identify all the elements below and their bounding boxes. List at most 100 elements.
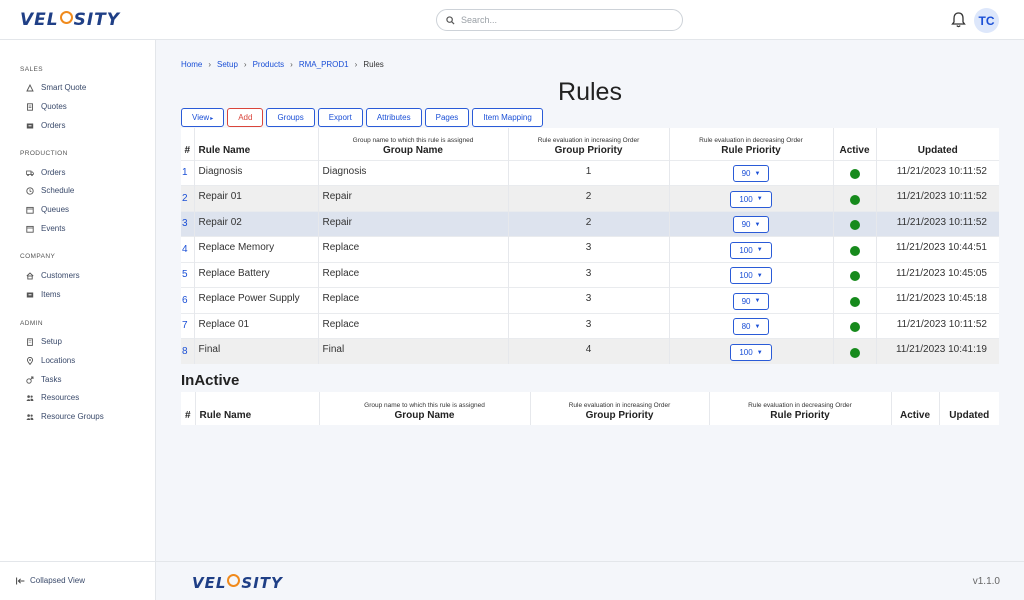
rule-priority-dropdown[interactable]: 90 ▼	[732, 165, 770, 183]
inactive-rules-table: # Rule Name Group name to which this rul…	[181, 392, 999, 425]
col-header-active[interactable]: Active	[890, 392, 939, 425]
collapse-view-button[interactable]: Collapsed View	[16, 576, 85, 585]
group-name-cell: Replace	[317, 287, 508, 313]
caret-down-icon: ▼	[754, 221, 761, 228]
rule-name-cell: Repair 01	[193, 185, 318, 211]
sidebar-item-events[interactable]: Events	[26, 224, 65, 233]
sidebar-item-production-orders[interactable]: Orders	[26, 168, 65, 177]
bell-icon[interactable]	[950, 11, 967, 29]
col-header-updated[interactable]: Updated	[938, 392, 999, 425]
inbox-icon	[26, 292, 34, 297]
user-avatar[interactable]: TC	[974, 8, 999, 33]
rule-priority-dropdown[interactable]: 100 ▼	[730, 190, 772, 208]
attributes-button[interactable]: Attributes	[365, 108, 422, 127]
sidebar-divider	[0, 561, 156, 562]
rule-priority-dropdown[interactable]: 100 ▼	[730, 241, 772, 259]
col-header-label: Group Name	[394, 410, 455, 421]
table-row[interactable]: 7 Replace 01 Replace 3 80 ▼ 11/21/2023 10…	[181, 312, 999, 339]
sidebar-item-schedule[interactable]: Schedule	[26, 186, 74, 195]
people-icon	[26, 413, 34, 420]
toolbar: View▸ Add Groups Export Attributes Pages…	[181, 108, 546, 127]
sidebar-item-sales-orders[interactable]: Orders	[26, 121, 65, 130]
search-input[interactable]	[461, 15, 661, 25]
row-number-link[interactable]: 1	[181, 159, 194, 186]
table-row[interactable]: 3 Repair 02 Repair 2 90 ▼ 11/21/2023 10:1…	[181, 210, 999, 237]
sidebar-item-queues[interactable]: Queues	[26, 205, 69, 214]
active-status-dot	[849, 271, 860, 282]
rule-priority-dropdown[interactable]: 100 ▼	[730, 344, 772, 361]
row-number-link[interactable]: 4	[181, 236, 194, 262]
table-row[interactable]: 6 Replace Power Supply Replace 3 90 ▼ 11/…	[181, 287, 999, 313]
table-row[interactable]: 8 Final Final 4 100 ▼ 11/21/2023 10:41:19	[181, 338, 999, 364]
rule-priority-dropdown[interactable]: 80 ▼	[732, 318, 770, 336]
col-header-group-priority[interactable]: Rule evaluation in increasing Order Group…	[507, 128, 669, 160]
rule-priority-cell: 100 ▼	[668, 338, 833, 364]
breadcrumb-home[interactable]: Home	[181, 60, 202, 69]
table-row[interactable]: 5 Replace Battery Replace 3 100 ▼ 11/21/2…	[181, 261, 999, 288]
table-row[interactable]: 4 Replace Memory Replace 3 100 ▼ 11/21/20…	[181, 236, 999, 262]
col-header-group-name[interactable]: Group name to which this rule is assigne…	[317, 128, 508, 160]
footer-logo: VEL SITY	[192, 573, 283, 592]
sidebar-item-customers[interactable]: Customers	[26, 271, 80, 280]
rule-name-cell: Replace Power Supply	[193, 287, 318, 313]
col-header-num[interactable]: #	[181, 128, 194, 160]
inbox-icon	[26, 123, 34, 128]
rule-priority-dropdown[interactable]: 90 ▼	[732, 216, 770, 234]
table-row[interactable]: 2 Repair 01 Repair 2 100 ▼ 11/21/2023 10:…	[181, 185, 999, 211]
sidebar-item-resource-groups[interactable]: Resource Groups	[26, 412, 104, 421]
row-number-link[interactable]: 3	[181, 210, 194, 237]
item-mapping-button[interactable]: Item Mapping	[472, 108, 543, 127]
groups-button[interactable]: Groups	[266, 108, 315, 127]
export-button[interactable]: Export	[317, 108, 363, 127]
sidebar-item-label: Resource Groups	[41, 412, 104, 421]
table-row[interactable]: 1 Diagnosis Diagnosis 1 90 ▼ 11/21/2023 1…	[181, 159, 999, 186]
sidebar-item-quotes[interactable]: Quotes	[26, 102, 67, 111]
col-header-sub: Group name to which this rule is assigne…	[364, 402, 485, 409]
sidebar-item-resources[interactable]: Resources	[26, 393, 79, 402]
row-number-link[interactable]: 7	[181, 312, 194, 339]
add-button[interactable]: Add	[227, 108, 264, 127]
sidebar-item-setup[interactable]: Setup	[26, 337, 62, 346]
sidebar-item-smart-quote[interactable]: Smart Quote	[26, 83, 86, 92]
pages-button[interactable]: Pages	[424, 108, 470, 127]
collapse-arrow-icon	[16, 577, 25, 584]
col-header-updated[interactable]: Updated	[875, 128, 999, 160]
breadcrumb-product[interactable]: RMA_PROD1	[299, 60, 349, 69]
rule-priority-dropdown[interactable]: 90 ▼	[732, 292, 770, 310]
active-cell	[832, 236, 876, 262]
rule-priority-dropdown[interactable]: 100 ▼	[730, 267, 772, 285]
col-header-rule-name[interactable]: Rule Name	[194, 392, 319, 425]
sidebar-item-label: Locations	[41, 356, 76, 365]
caret-down-icon: ▼	[756, 196, 763, 203]
active-cell	[832, 338, 876, 364]
rule-name-cell: Replace Battery	[193, 261, 318, 288]
row-number-link[interactable]: 2	[181, 185, 194, 211]
sidebar-item-tasks[interactable]: Tasks	[26, 375, 61, 384]
col-header-num[interactable]: #	[181, 392, 195, 425]
breadcrumb-products[interactable]: Products	[253, 60, 285, 69]
rule-priority-value: 100	[739, 194, 753, 204]
caret-down-icon: ▼	[756, 272, 763, 279]
col-header-label: Rule Priority	[770, 410, 830, 421]
group-name-cell: Replace	[317, 261, 508, 288]
collapse-view-label: Collapsed View	[30, 576, 85, 585]
view-button[interactable]: View▸	[181, 108, 225, 127]
sidebar-item-locations[interactable]: Locations	[26, 356, 75, 365]
rule-name-cell: Final	[193, 338, 318, 364]
search-box[interactable]	[436, 9, 683, 31]
breadcrumb-setup[interactable]: Setup	[217, 60, 238, 69]
col-header-active[interactable]: Active	[832, 128, 876, 160]
app-logo[interactable]: VEL SITY	[20, 10, 120, 30]
sidebar-item-items[interactable]: Items	[26, 290, 61, 299]
row-number-link[interactable]: 8	[181, 338, 194, 364]
view-button-label: View	[192, 113, 210, 122]
col-header-group-name[interactable]: Group name to which this rule is assigne…	[318, 392, 530, 425]
updated-cell: 11/21/2023 10:11:52	[875, 159, 999, 186]
row-number-link[interactable]: 5	[181, 261, 194, 288]
col-header-rule-priority[interactable]: Rule evaluation in decreasing Order Rule …	[668, 128, 833, 160]
row-number-link[interactable]: 6	[181, 287, 194, 313]
col-header-rule-priority[interactable]: Rule evaluation in decreasing Order Rule …	[708, 392, 891, 425]
col-header-rule-name[interactable]: Rule Name	[193, 128, 318, 160]
sidebar-item-label: Items	[41, 290, 61, 299]
col-header-group-priority[interactable]: Rule evaluation in increasing Order Group…	[529, 392, 709, 425]
